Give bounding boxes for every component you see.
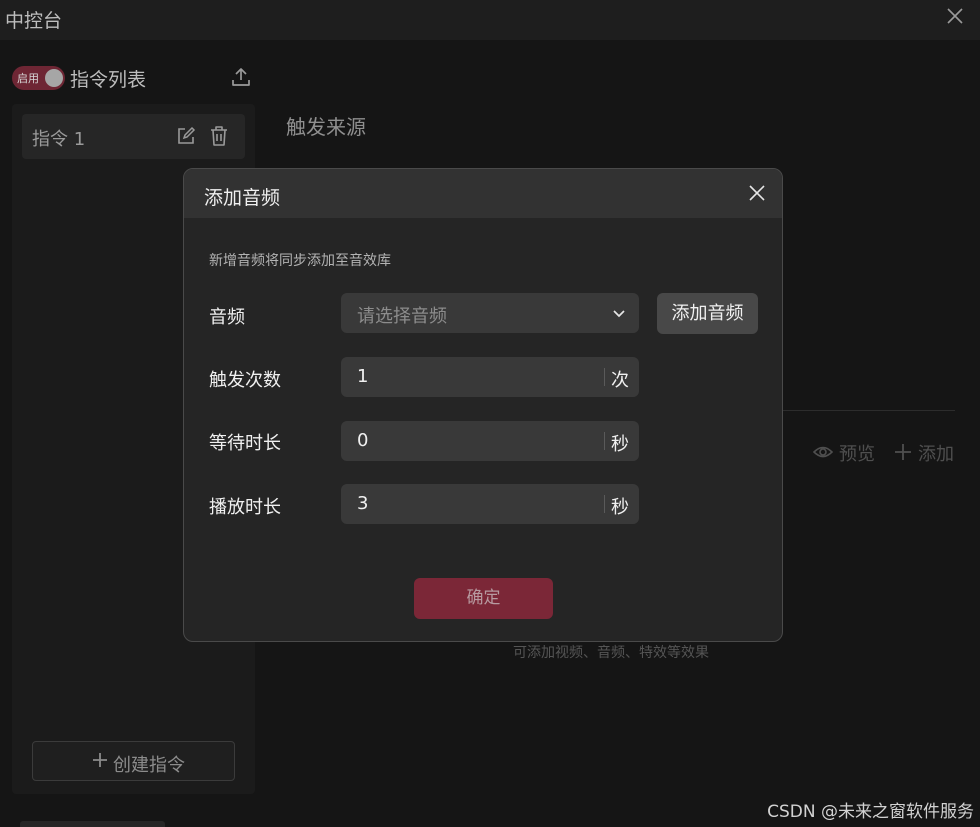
chevron-down-icon (613, 310, 625, 318)
unit-separator (604, 432, 605, 450)
plus-icon (93, 753, 107, 767)
command-list-header: 启用 指令列表 (12, 64, 257, 92)
trigger-count-label: 触发次数 (209, 370, 281, 391)
preview-label: 预览 (839, 444, 875, 465)
audio-label: 音频 (209, 307, 245, 328)
close-icon[interactable] (748, 184, 766, 202)
watermark: CSDN @未来之窗软件服务 (767, 802, 974, 822)
bottom-strip (20, 821, 165, 827)
window-title: 中控台 (5, 10, 63, 32)
unit-separator (604, 495, 605, 513)
confirm-button[interactable]: 确定 (414, 578, 553, 619)
audio-select[interactable]: 请选择音频 (341, 293, 639, 333)
wait-duration-input[interactable]: 0 秒 (341, 421, 639, 461)
upload-icon[interactable] (230, 66, 252, 88)
play-duration-input[interactable]: 3 秒 (341, 484, 639, 524)
wait-duration-value: 0 (357, 430, 369, 451)
plus-icon (895, 444, 911, 460)
wait-duration-unit: 秒 (611, 434, 629, 455)
audio-select-placeholder: 请选择音频 (357, 306, 447, 327)
add-audio-button[interactable]: 添加音频 (657, 293, 758, 334)
delete-icon[interactable] (209, 125, 229, 147)
dialog-title: 添加音频 (204, 187, 281, 209)
effects-hint: 可添加视频、音频、特效等效果 (513, 645, 709, 661)
eye-icon (813, 446, 833, 458)
command-item-label: 指令 1 (32, 129, 86, 150)
play-duration-label: 播放时长 (209, 497, 281, 518)
enable-toggle[interactable]: 启用 (12, 66, 65, 90)
command-list-title: 指令列表 (70, 69, 147, 91)
dialog-notice: 新增音频将同步添加至音效库 (209, 253, 391, 269)
enable-toggle-label: 启用 (17, 72, 39, 85)
edit-icon[interactable] (176, 126, 196, 146)
add-audio-dialog: 添加音频 新增音频将同步添加至音效库 音频 请选择音频 添加音频 触发次数 1 … (183, 168, 783, 642)
add-effect-label: 添加 (918, 444, 954, 465)
dialog-header: 添加音频 (184, 169, 782, 218)
create-command-label: 创建指令 (113, 755, 185, 776)
title-bar: 中控台 (0, 0, 980, 40)
command-item[interactable]: 指令 1 (22, 114, 245, 159)
close-icon[interactable] (944, 5, 966, 27)
play-duration-unit: 秒 (611, 497, 629, 518)
create-command-button[interactable]: 创建指令 (32, 741, 235, 781)
trigger-count-value: 1 (357, 366, 369, 387)
toggle-knob (45, 69, 63, 87)
play-duration-value: 3 (357, 493, 369, 514)
unit-separator (604, 368, 605, 386)
trigger-count-input[interactable]: 1 次 (341, 357, 639, 397)
trigger-source-title: 触发来源 (286, 115, 366, 139)
trigger-count-unit: 次 (611, 370, 629, 391)
wait-duration-label: 等待时长 (209, 433, 281, 454)
